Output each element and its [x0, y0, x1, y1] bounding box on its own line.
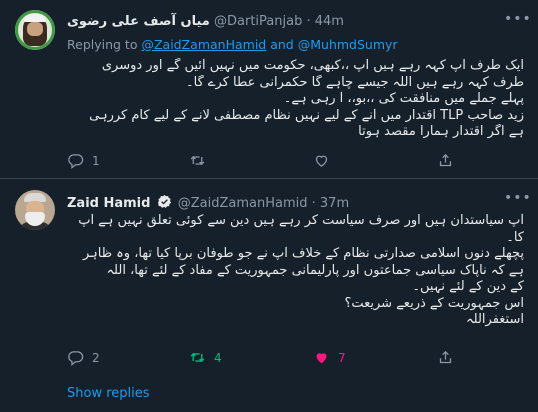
retweet-count: 4 — [214, 350, 222, 365]
timestamp[interactable]: 37m — [320, 196, 349, 211]
separator: · — [306, 14, 311, 29]
tweet-header: Zaid Hamid @ZaidZamanHamid · 37m — [67, 194, 349, 211]
tweet-line: استغفراللہ — [466, 312, 524, 327]
replying-prefix: Replying to — [67, 37, 138, 52]
reply-button[interactable]: 2 — [67, 349, 100, 366]
mention-link[interactable]: @MuhmdSumyr — [298, 37, 398, 52]
tweet-line: ہے کہ ناپاک سیاسی جماعتوں اور پارلیمانی … — [106, 262, 524, 278]
verified-badge-icon — [157, 194, 172, 209]
reply-icon — [67, 349, 84, 366]
tweet-text: آپ سیاستدان ہیں اور صرف سیاست کر رہے ہیں… — [67, 213, 524, 329]
retweet-icon — [189, 349, 206, 366]
more-horizontal-icon[interactable]: ••• — [504, 191, 531, 207]
share-button[interactable] — [437, 349, 454, 366]
reply-count: 2 — [92, 350, 100, 365]
reply-count: 1 — [92, 153, 100, 168]
tweet-header: میاں آصف علی رضوی @DartiPanjab · 44m — [67, 14, 344, 29]
author-name[interactable]: Zaid Hamid — [67, 196, 150, 211]
timestamp[interactable]: 44m — [315, 14, 344, 29]
retweet-button[interactable] — [189, 152, 214, 169]
tweet-line: کا۔ — [506, 229, 524, 245]
reply-button[interactable]: 1 — [67, 152, 100, 169]
share-icon — [437, 152, 454, 169]
tweet-line: ہے اگر اقتدار ہمارا مقصد ہوتا — [358, 124, 524, 139]
share-button[interactable] — [437, 152, 454, 169]
tweet-text: ایک طرف آپ کہہ رہے ہیں آپ ،،کبھی، حکومت … — [67, 58, 524, 141]
retweet-button[interactable]: 4 — [189, 349, 222, 366]
author-handle[interactable]: @ZaidZamanHamid — [178, 196, 308, 211]
like-button[interactable] — [313, 152, 338, 169]
tweet-2[interactable]: Zaid Hamid @ZaidZamanHamid · 37m ••• آپ … — [0, 179, 538, 377]
tweet-line: پہلے جملے میں منافقت کی ،،بو،، آ رہی ہے۔ — [283, 91, 524, 106]
tweet-line: زید صاحب TLP اقتدار میں آنے کے لیے نہیں … — [89, 107, 524, 123]
share-icon — [437, 349, 454, 366]
tweet-line: کے دین کے لئے نہیں۔ — [412, 279, 524, 294]
heart-icon — [313, 152, 330, 169]
show-replies-link[interactable]: Show replies — [67, 386, 150, 401]
replying-and[interactable]: and — [270, 37, 294, 52]
mention-link[interactable]: @ZaidZamanHamid — [141, 37, 266, 52]
tweet-line: طرف کہہ رہے ہیں اللہ جیسے چاہے گا حکمران… — [186, 74, 524, 90]
tweet-line: پچھلے دنوں اسلامی صدارتی نظام کے خلاف آپ… — [82, 246, 524, 261]
replying-to: Replying to @ZaidZamanHamid and @MuhmdSu… — [67, 37, 398, 52]
heart-icon — [313, 349, 330, 366]
separator: · — [311, 196, 316, 211]
like-count: 7 — [338, 350, 346, 365]
author-name[interactable]: میاں آصف علی رضوی — [67, 14, 210, 29]
avatar[interactable] — [15, 190, 55, 230]
like-button[interactable]: 7 — [313, 349, 346, 366]
tweet-line: آپ سیاستدان ہیں اور صرف سیاست کر رہے ہیں… — [78, 213, 524, 228]
author-handle[interactable]: @DartiPanjab — [214, 14, 302, 29]
avatar[interactable] — [15, 10, 55, 50]
tweet-line: ایک طرف آپ کہہ رہے ہیں آپ ،،کبھی، حکومت … — [101, 58, 524, 73]
more-horizontal-icon[interactable]: ••• — [504, 12, 531, 28]
tweet-line: اس جمہوریت کے ذریعے شریعت؟ — [344, 295, 524, 311]
retweet-icon — [189, 152, 206, 169]
reply-icon — [67, 152, 84, 169]
tweet-1[interactable]: میاں آصف علی رضوی @DartiPanjab · 44m •••… — [0, 0, 538, 179]
